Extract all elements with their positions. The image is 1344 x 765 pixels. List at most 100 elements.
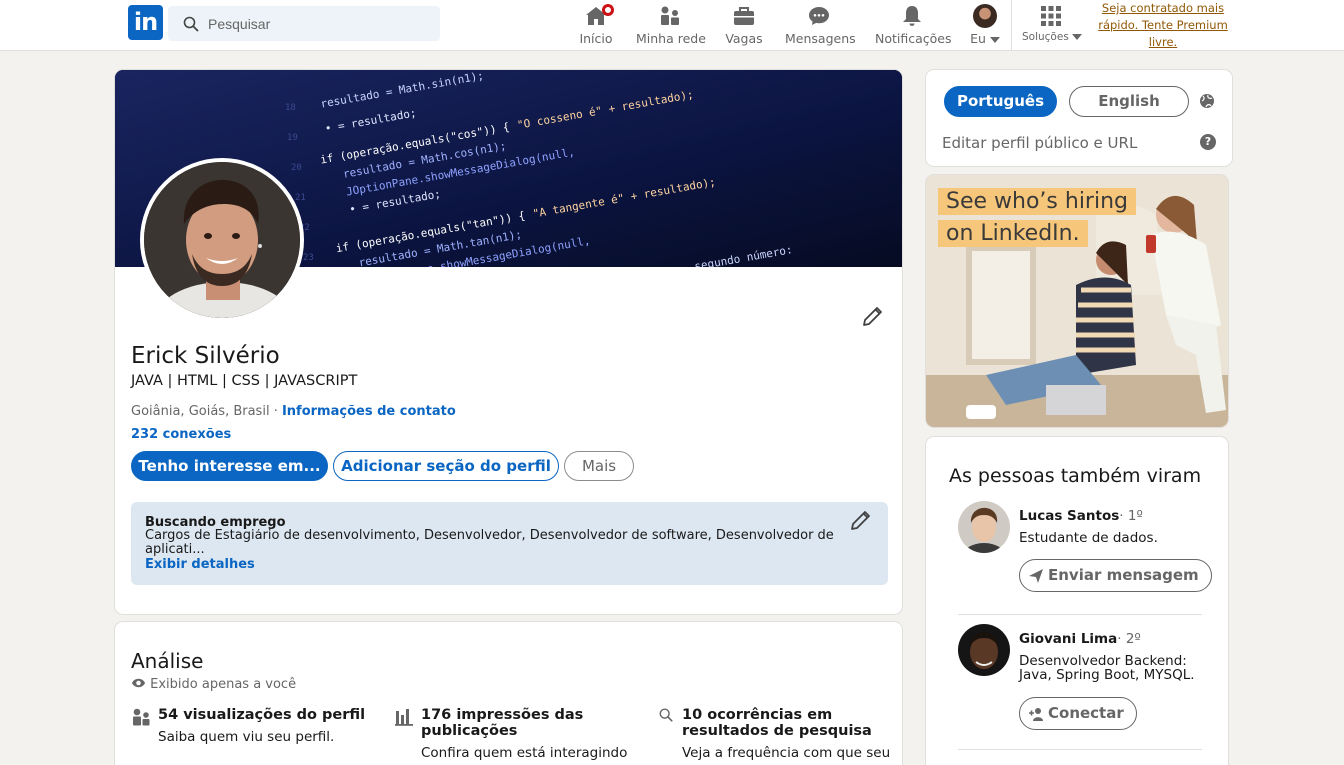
- search-input[interactable]: [208, 6, 433, 41]
- nav-notifications[interactable]: Notificações: [875, 4, 952, 48]
- grid-icon: [1041, 6, 1061, 26]
- ad-banner[interactable]: See who’s hiring on LinkedIn.: [926, 175, 1228, 427]
- nav-solutions[interactable]: Soluções: [1022, 4, 1083, 48]
- nav-network-label: Minha rede: [636, 31, 706, 46]
- nav-messages-label: Mensagens: [785, 31, 856, 46]
- help-icon[interactable]: ?: [1200, 134, 1216, 150]
- profile-headline: JAVA | HTML | CSS | JAVASCRIPT: [131, 373, 358, 389]
- connect-label: Conectar: [1048, 704, 1124, 722]
- person-headline: Desenvolvedor Backend: Java, Spring Boot…: [1019, 653, 1195, 683]
- show-details-link[interactable]: Exibir detalhes: [145, 557, 255, 572]
- nav-jobs[interactable]: Vagas: [724, 4, 764, 48]
- nav-divider: [1011, 0, 1012, 51]
- premium-upsell-link[interactable]: Seja contratado mais rápido. Tente Premi…: [1098, 0, 1228, 51]
- search-box[interactable]: [168, 6, 440, 41]
- people-also-viewed-card: As pessoas também viram Lucas Santos· 1º…: [926, 437, 1228, 765]
- network-icon: [661, 6, 679, 25]
- connect-button[interactable]: Conectar: [1019, 697, 1137, 730]
- avatar[interactable]: [958, 624, 1010, 676]
- search-icon: [659, 708, 673, 722]
- edit-intro-pencil-icon[interactable]: [861, 304, 885, 328]
- metric-title: 176 impressões das publicações: [421, 707, 584, 739]
- list-item: Lucas Santos· 1º Estudante de dados. Env…: [958, 501, 1214, 601]
- search-icon: [183, 16, 199, 32]
- language-english-button[interactable]: English: [1069, 86, 1189, 117]
- svg-text:19: 19: [287, 133, 298, 143]
- person-photo-graphic: [958, 624, 1010, 676]
- person-headline: Estudante de dados.: [1019, 530, 1158, 546]
- analytics-subtitle-row: Exibido apenas a você: [131, 677, 296, 692]
- language-portuguese-button[interactable]: Português: [944, 86, 1057, 117]
- nav-messages[interactable]: Mensagens: [785, 4, 856, 48]
- nav-notifications-label: Notificações: [875, 31, 952, 46]
- bar-chart-icon: [395, 709, 413, 726]
- edit-public-profile-link[interactable]: Editar perfil público e URL: [942, 134, 1137, 152]
- language-url-card: Português English Editar perfil público …: [926, 70, 1232, 166]
- divider: [958, 749, 1202, 750]
- list-item: Giovani Lima· 2º Desenvolvedor Backend: …: [958, 624, 1214, 734]
- metric-search-appearances[interactable]: 10 ocorrências em resultados de pesquisa…: [659, 707, 892, 761]
- metric-profile-views[interactable]: 54 visualizações do perfil Saiba quem vi…: [133, 707, 378, 745]
- ad-headline-line1: See who’s hiring: [938, 188, 1136, 215]
- add-profile-section-button[interactable]: Adicionar seção do perfil: [333, 451, 559, 481]
- notification-dot: [602, 4, 614, 16]
- svg-text:20: 20: [291, 163, 302, 173]
- send-message-button[interactable]: Enviar mensagem: [1019, 559, 1212, 592]
- open-to-button[interactable]: Tenho interesse em...: [131, 451, 328, 481]
- chevron-down-icon: [1072, 34, 1083, 40]
- send-icon: [1029, 569, 1043, 583]
- divider: [958, 614, 1202, 615]
- nav-jobs-label: Vagas: [725, 31, 763, 46]
- metric-title: 54 visualizações do perfil: [158, 707, 366, 723]
- send-message-label: Enviar mensagem: [1048, 566, 1199, 584]
- profile-photo-graphic: [144, 162, 300, 318]
- people-also-viewed-title: As pessoas também viram: [949, 465, 1202, 487]
- profile-location: Goiânia, Goiás, Brasil: [131, 404, 270, 419]
- metric-impressions[interactable]: 176 impressões das publicações Confira q…: [395, 707, 641, 761]
- connections-link[interactable]: 232 conexões: [131, 427, 231, 442]
- connection-degree: · 2º: [1117, 631, 1141, 647]
- open-to-work-title: Buscando emprego: [145, 515, 286, 530]
- person-name: Giovani Lima: [1019, 631, 1118, 647]
- profile-photo[interactable]: [140, 158, 304, 322]
- nav-home[interactable]: Início: [575, 4, 617, 48]
- person-name-row[interactable]: Lucas Santos· 1º: [1019, 508, 1143, 524]
- connection-degree: · 1º: [1119, 508, 1143, 524]
- linkedin-logo[interactable]: in: [128, 5, 163, 40]
- top-nav: in Início Minha rede Vagas Mensagens Not…: [0, 0, 1344, 51]
- person-photo-graphic: [958, 501, 1010, 553]
- eye-icon: [131, 678, 146, 688]
- bell-icon: [902, 6, 921, 26]
- avatar: [973, 4, 997, 28]
- briefcase-icon: [734, 7, 754, 25]
- open-to-work-description: Cargos de Estagiário de desenvolvimento,…: [145, 529, 834, 557]
- globe-icon[interactable]: [1199, 93, 1215, 109]
- ad-headline-line2: on LinkedIn.: [938, 220, 1088, 247]
- svg-text:21: 21: [295, 193, 306, 203]
- profile-card: resultado = Math.sin(n1); • = resultado;…: [115, 70, 902, 614]
- metric-title: 10 ocorrências em resultados de pesquisa: [682, 707, 872, 739]
- edit-open-to-work-pencil-icon[interactable]: [849, 508, 873, 532]
- metric-description: Confira quem está interagindo: [421, 745, 628, 761]
- analytics-card: Análise Exibido apenas a você 54 visuali…: [115, 622, 902, 765]
- analytics-title: Análise: [131, 649, 204, 673]
- open-to-work-box: Buscando emprego Cargos de Estagiário de…: [131, 502, 888, 585]
- nav-me-label: Eu: [970, 31, 986, 46]
- metric-description: Saiba quem viu seu perfil.: [158, 729, 335, 745]
- avatar[interactable]: [958, 501, 1010, 553]
- svg-text:18: 18: [285, 103, 296, 113]
- metric-description: Veja a frequência com que seu: [682, 745, 891, 761]
- profile-name: Erick Silvério: [131, 343, 280, 369]
- add-person-icon: [1029, 708, 1043, 721]
- more-button[interactable]: Mais: [564, 451, 634, 481]
- nav-network[interactable]: Minha rede: [636, 4, 706, 48]
- messaging-icon: [809, 7, 829, 25]
- nav-solutions-label: Soluções: [1022, 31, 1069, 43]
- person-name-row[interactable]: Giovani Lima· 2º: [1019, 631, 1141, 647]
- svg-text:23: 23: [303, 253, 314, 263]
- contact-info-link[interactable]: Informações de contato: [282, 404, 456, 419]
- nav-me[interactable]: Eu: [966, 4, 1004, 48]
- nav-home-label: Início: [579, 31, 613, 46]
- people-icon: [133, 708, 150, 726]
- analytics-subtitle: Exibido apenas a você: [150, 677, 297, 692]
